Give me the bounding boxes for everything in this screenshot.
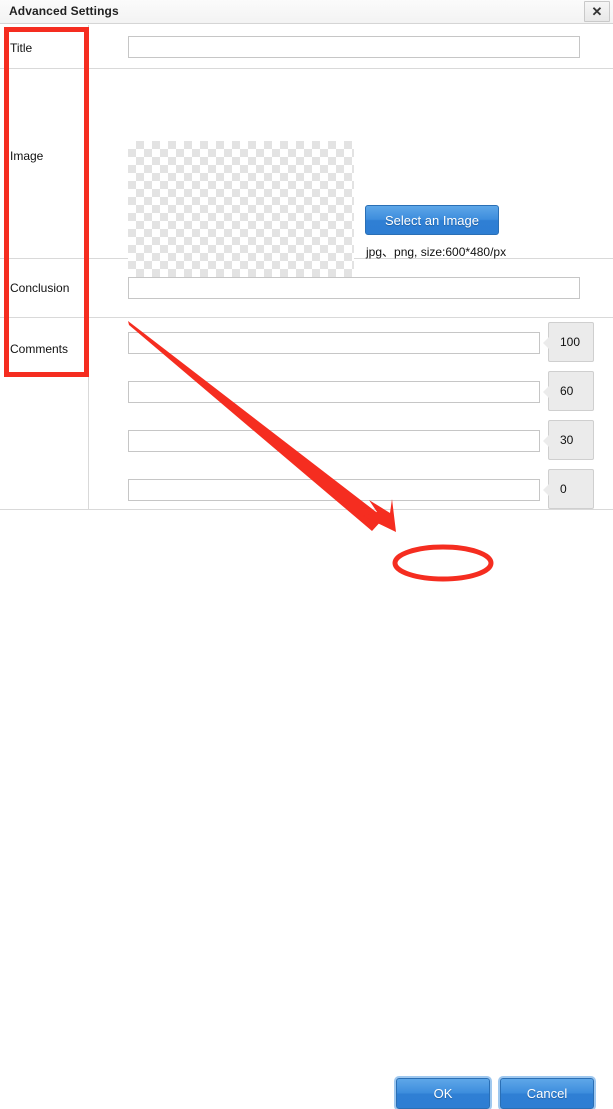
title-input[interactable] xyxy=(128,36,580,58)
advanced-settings-dialog: Advanced Settings ✕ Title Image Select a… xyxy=(0,0,613,1109)
close-icon[interactable]: ✕ xyxy=(584,1,610,22)
comment-input-0[interactable] xyxy=(128,332,540,354)
comment-score-2[interactable]: 30 xyxy=(542,420,594,460)
label-comments: Comments xyxy=(10,342,69,356)
label-conclusion: Conclusion xyxy=(10,281,70,295)
form-row-image: Image Select an Image jpg、png, size:600*… xyxy=(0,69,613,294)
image-format-hint: jpg、png, size:600*480/px xyxy=(366,245,507,259)
comment-score-0[interactable]: 100 xyxy=(542,322,594,362)
dialog-footer: OK Cancel xyxy=(0,530,613,1109)
settings-form: Title Image Select an Image jpg、png, siz… xyxy=(0,25,613,510)
comment-score-1[interactable]: 60 xyxy=(542,371,594,411)
dialog-title: Advanced Settings xyxy=(9,4,119,18)
comment-input-3[interactable] xyxy=(128,479,540,501)
column-separator xyxy=(88,25,89,68)
comment-input-1[interactable] xyxy=(128,381,540,403)
conclusion-input[interactable] xyxy=(128,277,580,299)
comment-input-2[interactable] xyxy=(128,430,540,452)
column-separator xyxy=(88,259,89,317)
column-separator xyxy=(88,318,89,509)
cancel-button[interactable]: Cancel xyxy=(500,1078,594,1109)
dialog-titlebar: Advanced Settings ✕ xyxy=(0,0,613,24)
form-row-conclusion: Conclusion xyxy=(0,259,613,318)
column-separator xyxy=(88,69,89,258)
form-row-comments: Comments 100 60 30 0 xyxy=(0,318,613,510)
label-image: Image xyxy=(10,149,44,163)
comment-score-3[interactable]: 0 xyxy=(542,469,594,509)
ok-button[interactable]: OK xyxy=(396,1078,490,1109)
label-title: Title xyxy=(10,41,33,55)
form-row-title: Title xyxy=(0,25,613,69)
select-an-image-button[interactable]: Select an Image xyxy=(365,205,499,235)
